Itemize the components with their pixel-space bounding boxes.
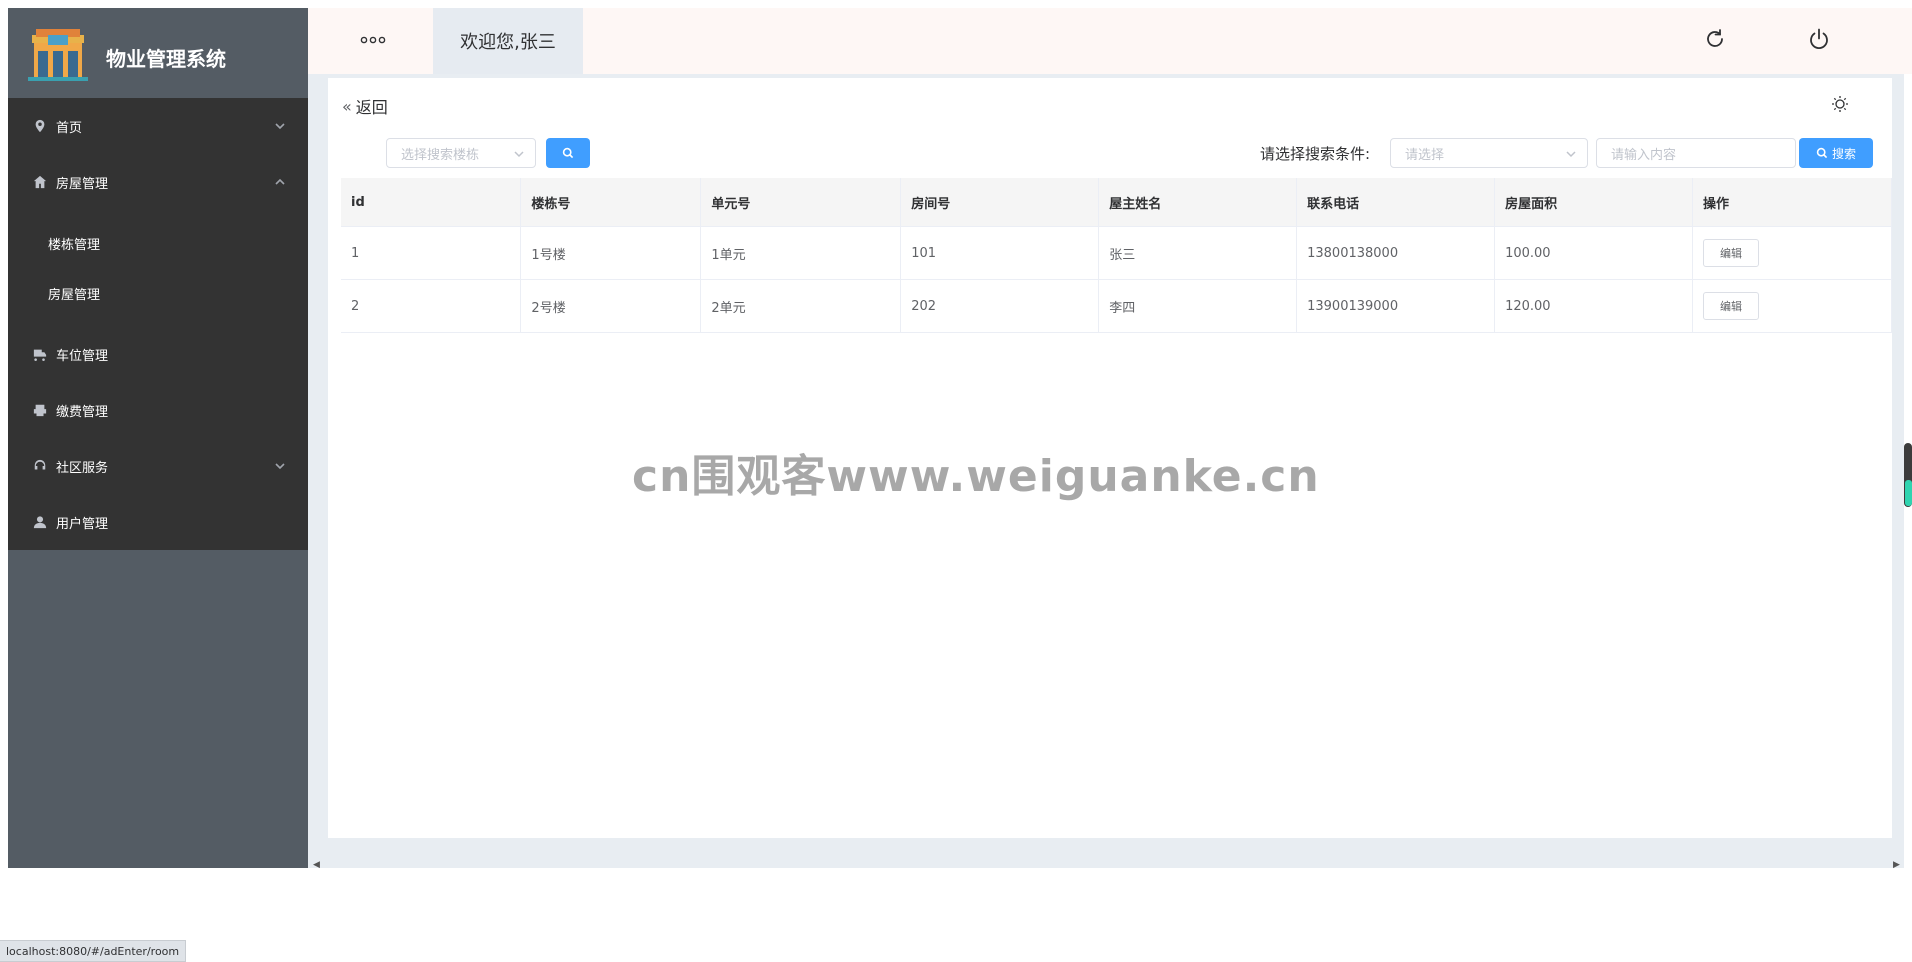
table-row: 1 1号楼 1单元 101 张三 13800138000 100.00 编辑 [341, 226, 1892, 280]
logout-button[interactable] [1804, 24, 1834, 54]
app-title: 物业管理系统 [106, 46, 226, 71]
column-header-building: 楼栋号 [520, 178, 702, 227]
building-search-button[interactable] [546, 138, 590, 168]
sidebar: 物业管理系统 首页 房屋管理 楼栋管理 房屋管理 车位管理 缴费管理 社区服务 … [8, 8, 308, 868]
user-icon [32, 514, 48, 530]
more-icon[interactable] [358, 32, 388, 48]
keyword-input-placeholder: 请输入内容 [1611, 147, 1677, 163]
building-select[interactable]: 选择搜索楼栋 [386, 138, 536, 168]
room-table: id 楼栋号 单元号 房间号 屋主姓名 联系电话 房屋面积 操作 1 1号楼 1… [341, 178, 1892, 333]
condition-select-placeholder: 请选择 [1405, 147, 1445, 163]
column-header-owner: 屋主姓名 [1098, 178, 1298, 227]
sidebar-subitem-room[interactable]: 房屋管理 [8, 268, 308, 318]
condition-select[interactable]: 请选择 [1390, 138, 1588, 168]
edit-button[interactable]: 编辑 [1703, 292, 1759, 320]
sun-icon[interactable] [1830, 94, 1850, 114]
cell-building: 1号楼 [520, 226, 702, 280]
watermark: cn围观客www.weiguanke.cn [632, 451, 1320, 502]
column-header-unit: 单元号 [700, 178, 902, 227]
sidebar-item-label: 房屋管理 [56, 176, 109, 192]
cell-unit: 2单元 [700, 279, 902, 333]
cell-action: 编辑 [1692, 226, 1892, 280]
sidebar-item-community-service[interactable]: 社区服务 [8, 438, 308, 494]
building-select-placeholder: 选择搜索楼栋 [401, 147, 480, 163]
cell-action: 编辑 [1692, 279, 1892, 333]
cell-phone: 13800138000 [1296, 226, 1496, 280]
chevron-down-icon [513, 148, 525, 160]
top-header: 欢迎您,张三 [308, 8, 1912, 74]
printer-icon [32, 402, 48, 418]
power-icon [1810, 28, 1828, 50]
refresh-icon [1707, 29, 1723, 47]
sidebar-item-label: 缴费管理 [56, 404, 109, 420]
cell-room: 101 [900, 226, 1100, 280]
welcome-tab[interactable]: 欢迎您,张三 [433, 8, 583, 74]
sidebar-subitem-building[interactable]: 楼栋管理 [8, 218, 308, 268]
search-button[interactable]: 搜索 [1799, 138, 1873, 168]
search-button-label: 搜索 [1831, 146, 1856, 161]
sidebar-item-house-management[interactable]: 房屋管理 [8, 154, 308, 210]
refresh-button[interactable] [1700, 24, 1730, 54]
truck-icon [32, 346, 48, 362]
cell-id: 2 [341, 279, 522, 333]
back-label: 返回 [355, 98, 388, 117]
double-chevron-left-icon: « [342, 96, 352, 116]
search-icon [1816, 147, 1828, 159]
scroll-right-arrow[interactable]: ▶ [1893, 860, 1900, 870]
home-icon [32, 174, 48, 190]
sidebar-item-label: 用户管理 [56, 516, 109, 532]
sidebar-item-label: 车位管理 [56, 348, 109, 364]
location-icon [32, 118, 48, 134]
cell-phone: 13900139000 [1296, 279, 1496, 333]
sidebar-item-home[interactable]: 首页 [8, 98, 308, 154]
cell-building: 2号楼 [520, 279, 702, 333]
cell-id: 1 [341, 226, 522, 280]
column-header-area: 房屋面积 [1494, 178, 1693, 227]
keyword-input[interactable]: 请输入内容 [1596, 138, 1796, 168]
table-header-row: id 楼栋号 单元号 房间号 屋主姓名 联系电话 房屋面积 操作 [341, 178, 1892, 227]
logo-area: 物业管理系统 [8, 8, 308, 98]
search-icon [562, 147, 574, 159]
cell-unit: 1单元 [700, 226, 902, 280]
chevron-down-icon [1565, 148, 1577, 160]
sidebar-item-label: 首页 [56, 120, 83, 136]
cell-owner: 张三 [1098, 226, 1298, 280]
headset-icon [32, 458, 48, 474]
submenu-house: 楼栋管理 房屋管理 [8, 210, 308, 326]
sidebar-item-payment[interactable]: 缴费管理 [8, 382, 308, 438]
table-row: 2 2号楼 2单元 202 李四 13900139000 120.00 编辑 [341, 279, 1892, 333]
edit-button[interactable]: 编辑 [1703, 239, 1759, 267]
chevron-down-icon [274, 460, 286, 472]
scrollbar-accent [1905, 480, 1912, 506]
back-button[interactable]: « 返回 [342, 94, 388, 118]
building-logo-icon [28, 29, 88, 81]
cell-owner: 李四 [1098, 279, 1298, 333]
chevron-up-icon [274, 176, 286, 188]
cell-area: 100.00 [1494, 226, 1693, 280]
column-header-action: 操作 [1692, 178, 1892, 227]
column-header-room: 房间号 [900, 178, 1100, 227]
side-menu: 首页 房屋管理 楼栋管理 房屋管理 车位管理 缴费管理 社区服务 用户管理 [8, 98, 308, 550]
column-header-id: id [341, 178, 522, 227]
sidebar-item-user-management[interactable]: 用户管理 [8, 494, 308, 550]
condition-label: 请选择搜索条件: [1260, 145, 1371, 163]
chevron-down-icon [274, 120, 286, 132]
cell-area: 120.00 [1494, 279, 1693, 333]
sidebar-item-label: 社区服务 [56, 460, 109, 476]
status-url: localhost:8080/#/adEnter/room [0, 940, 187, 962]
cell-room: 202 [900, 279, 1100, 333]
column-header-phone: 联系电话 [1296, 178, 1496, 227]
horizontal-scrollbar-thumb[interactable] [314, 860, 1904, 870]
sidebar-item-parking[interactable]: 车位管理 [8, 326, 308, 382]
